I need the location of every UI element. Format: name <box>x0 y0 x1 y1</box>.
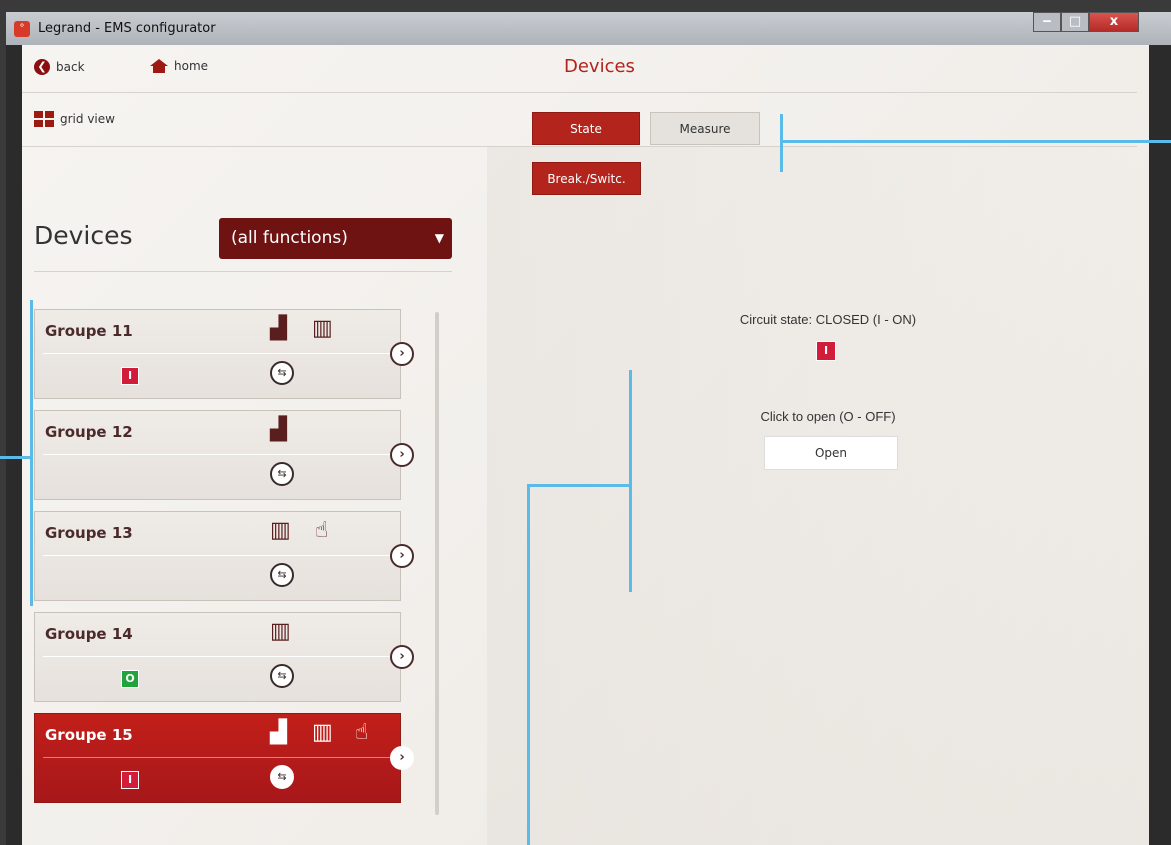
top-navigation: ❮ back home Devices <box>22 45 1137 93</box>
chevron-down-icon: ▼ <box>434 231 444 245</box>
measure-icon: ▟ <box>270 417 287 442</box>
device-card-groupe-15[interactable]: Groupe 15 ▟ ▥ ☝ I ⇆ › <box>34 713 414 803</box>
usb-icon: ⇆ <box>270 765 294 789</box>
grid-icon <box>34 111 54 127</box>
device-card-groupe-11[interactable]: Groupe 11 ▟ ▥ I ⇆ › <box>34 309 414 399</box>
chevron-right-icon[interactable]: › <box>390 645 414 669</box>
annotation-line <box>780 140 1171 143</box>
circuit-state-text: Circuit state: CLOSED (I - ON) <box>739 312 917 327</box>
card-divider <box>43 454 390 455</box>
app-content: ❮ back home Devices grid view State Meas… <box>22 45 1149 845</box>
hand-icon: ☝ <box>355 720 369 745</box>
annotation-line <box>527 484 631 487</box>
status-badge: I <box>121 771 139 789</box>
device-card-groupe-12[interactable]: Groupe 12 ▟ ⇆ › <box>34 410 414 500</box>
grid-view-label: grid view <box>60 112 115 126</box>
back-button[interactable]: ❮ back <box>34 59 85 75</box>
usb-icon: ⇆ <box>270 462 294 486</box>
device-card-groupe-14[interactable]: Groupe 14 ▥ O ⇆ › <box>34 612 414 702</box>
open-button[interactable]: Open <box>764 436 898 470</box>
title-bar: ° Legrand - EMS configurator ‒ □ x <box>6 12 1171 45</box>
tab-breaker-switch[interactable]: Break./Switc. <box>532 162 641 195</box>
annotation-line <box>527 484 530 845</box>
function-filter-select[interactable]: (all functions) ▼ <box>219 218 452 259</box>
usb-icon: ⇆ <box>270 664 294 688</box>
home-button[interactable]: home <box>150 59 208 73</box>
close-icon: x <box>1109 14 1119 29</box>
measure-icon: ▟ <box>270 720 287 745</box>
chevron-right-icon[interactable]: › <box>390 544 414 568</box>
open-instruction-text: Click to open (O - OFF) <box>760 409 896 424</box>
card-divider <box>43 555 390 556</box>
tab-measure[interactable]: Measure <box>650 112 760 145</box>
minimize-icon: ‒ <box>1042 14 1052 29</box>
divider <box>34 271 452 272</box>
filter-value: (all functions) <box>231 228 348 248</box>
tab-state[interactable]: State <box>532 112 640 145</box>
status-badge: I <box>121 367 139 385</box>
card-divider <box>43 757 390 758</box>
chevron-right-icon[interactable]: › <box>390 342 414 366</box>
close-button[interactable]: x <box>1089 12 1139 32</box>
annotation-line <box>0 456 32 459</box>
app-icon: ° <box>14 21 30 37</box>
back-arrow-icon: ❮ <box>34 59 50 75</box>
circuit-state-indicator: I <box>816 341 836 361</box>
window-title: Legrand - EMS configurator <box>38 21 216 36</box>
device-name: Groupe 12 <box>45 423 133 441</box>
device-list-scrollbar[interactable] <box>435 312 439 815</box>
traffic-light-icon: ▥ <box>312 316 333 341</box>
device-name: Groupe 15 <box>45 726 133 744</box>
traffic-light-icon: ▥ <box>312 720 333 745</box>
detail-panel-background <box>487 147 1149 845</box>
view-bar: grid view State Measure <box>22 93 1137 147</box>
traffic-light-icon: ▥ <box>270 619 291 644</box>
card-divider <box>43 353 390 354</box>
maximize-icon: □ <box>1068 14 1082 29</box>
usb-icon: ⇆ <box>270 361 294 385</box>
devices-heading: Devices <box>34 221 133 250</box>
chevron-right-icon[interactable]: › <box>390 443 414 467</box>
home-icon <box>150 59 168 73</box>
home-label: home <box>174 59 209 73</box>
maximize-button[interactable]: □ <box>1061 12 1089 32</box>
device-name: Groupe 11 <box>45 322 133 340</box>
annotation-line <box>30 300 33 606</box>
status-badge: O <box>121 670 139 688</box>
device-name: Groupe 13 <box>45 524 133 542</box>
annotation-line <box>780 114 783 172</box>
card-divider <box>43 656 390 657</box>
minimize-button[interactable]: ‒ <box>1033 12 1061 32</box>
measure-icon: ▟ <box>270 316 287 341</box>
usb-icon: ⇆ <box>270 563 294 587</box>
annotation-line <box>629 370 632 592</box>
grid-view-button[interactable]: grid view <box>34 111 115 127</box>
device-card-groupe-13[interactable]: Groupe 13 ▥ ☝ ⇆ › <box>34 511 414 601</box>
back-label: back <box>56 60 85 74</box>
device-name: Groupe 14 <box>45 625 133 643</box>
page-title: Devices <box>564 56 635 77</box>
traffic-light-icon: ▥ <box>270 518 291 543</box>
chevron-right-icon[interactable]: › <box>390 746 414 770</box>
hand-icon: ☝ <box>315 518 329 543</box>
